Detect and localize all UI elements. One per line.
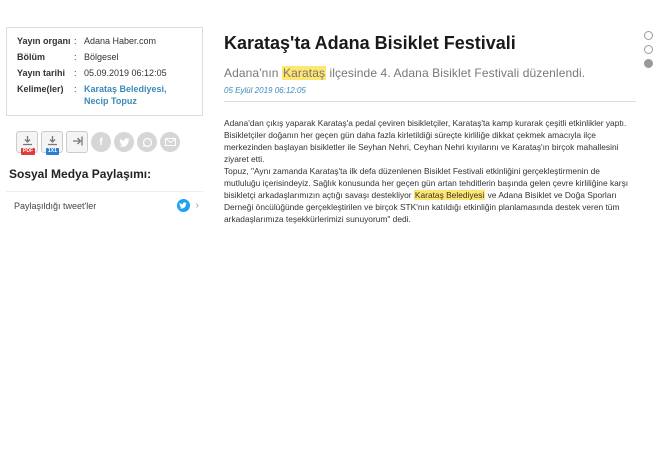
social-title: Sosyal Medya Paylaşımı: bbox=[9, 167, 152, 181]
tweets-row[interactable]: Paylaşıldığı tweet'ler › bbox=[6, 191, 203, 219]
meta-colon: : bbox=[74, 52, 77, 62]
keywords-value: Karataş Belediyesi, Necip Topuz bbox=[84, 83, 202, 107]
paragraph: Topuz, "Aynı zamanda Karataş'ta ilk defa… bbox=[224, 165, 636, 225]
twitter-icon[interactable] bbox=[114, 132, 134, 152]
spot-dots bbox=[643, 31, 653, 73]
meta-colon: : bbox=[74, 36, 77, 46]
share-toolbar: PDF 1X1 f bbox=[6, 130, 203, 155]
whatsapp-icon[interactable] bbox=[137, 132, 157, 152]
meta-value: 05.09.2019 06:12:05 bbox=[84, 68, 167, 78]
facebook-icon[interactable]: f bbox=[91, 132, 111, 152]
one-badge: 1X1 bbox=[46, 148, 59, 155]
email-icon[interactable] bbox=[160, 132, 180, 152]
chevron-right-icon: › bbox=[195, 200, 199, 211]
download-1x1-icon[interactable]: 1X1 bbox=[41, 131, 63, 155]
meta-row-keywords: Kelime(ler) : Karataş Belediyesi, Necip … bbox=[7, 81, 202, 109]
meta-row-bolum: Bölüm : Bölgesel bbox=[7, 49, 202, 65]
body-highlight: Karataş Belediyesi bbox=[413, 190, 486, 200]
meta-colon: : bbox=[74, 68, 77, 78]
meta-value: Adana Haber.com bbox=[84, 36, 157, 46]
article-date: 05 Eylül 2019 06:12:05 bbox=[224, 86, 636, 102]
meta-key: Kelime(ler) bbox=[17, 84, 64, 94]
meta-row-yayin-tarihi: Yayın tarihi : 05.09.2019 06:12:05 bbox=[7, 65, 202, 81]
left-panel: Yayın organı : Adana Haber.com Bölüm : B… bbox=[6, 27, 203, 219]
article-body: Adana'dan çıkış yaparak Karataş'a pedal … bbox=[224, 117, 636, 225]
paragraph: Adana'dan çıkış yaparak Karataş'a pedal … bbox=[224, 118, 627, 164]
dot-icon[interactable] bbox=[643, 45, 653, 54]
summary-text: Adana'nın bbox=[224, 66, 283, 80]
tweets-label: Paylaşıldığı tweet'ler bbox=[14, 200, 97, 211]
keyword-link[interactable]: Necip Topuz bbox=[84, 96, 137, 106]
download-pdf-icon[interactable]: PDF bbox=[16, 131, 38, 155]
summary-highlight: Karataş bbox=[282, 66, 327, 80]
meta-key: Yayın tarihi bbox=[17, 68, 66, 78]
twitter-bird-icon bbox=[176, 199, 190, 212]
meta-colon: : bbox=[74, 84, 77, 94]
export-icon[interactable] bbox=[66, 131, 88, 153]
keyword-link[interactable]: Karataş Belediyesi, bbox=[84, 84, 167, 94]
article-summary: Adana'nın Karataş ilçesinde 4. Adana Bis… bbox=[224, 63, 636, 83]
article: Karataş'ta Adana Bisiklet Festivali Adan… bbox=[224, 27, 653, 225]
meta-row-yayin-organi: Yayın organı : Adana Haber.com bbox=[7, 33, 202, 49]
meta-key: Bölüm bbox=[17, 52, 45, 62]
meta-key: Yayın organı bbox=[17, 36, 71, 46]
dot-icon[interactable] bbox=[643, 59, 653, 68]
article-title: Karataş'ta Adana Bisiklet Festivali bbox=[224, 33, 516, 53]
dot-icon[interactable] bbox=[643, 31, 653, 40]
pdf-badge: PDF bbox=[21, 148, 35, 155]
summary-text: ilçesinde 4. Adana Bisiklet Festivali dü… bbox=[326, 66, 586, 80]
meta-value: Bölgesel bbox=[84, 52, 119, 62]
meta-box: Yayın organı : Adana Haber.com Bölüm : B… bbox=[6, 27, 203, 116]
